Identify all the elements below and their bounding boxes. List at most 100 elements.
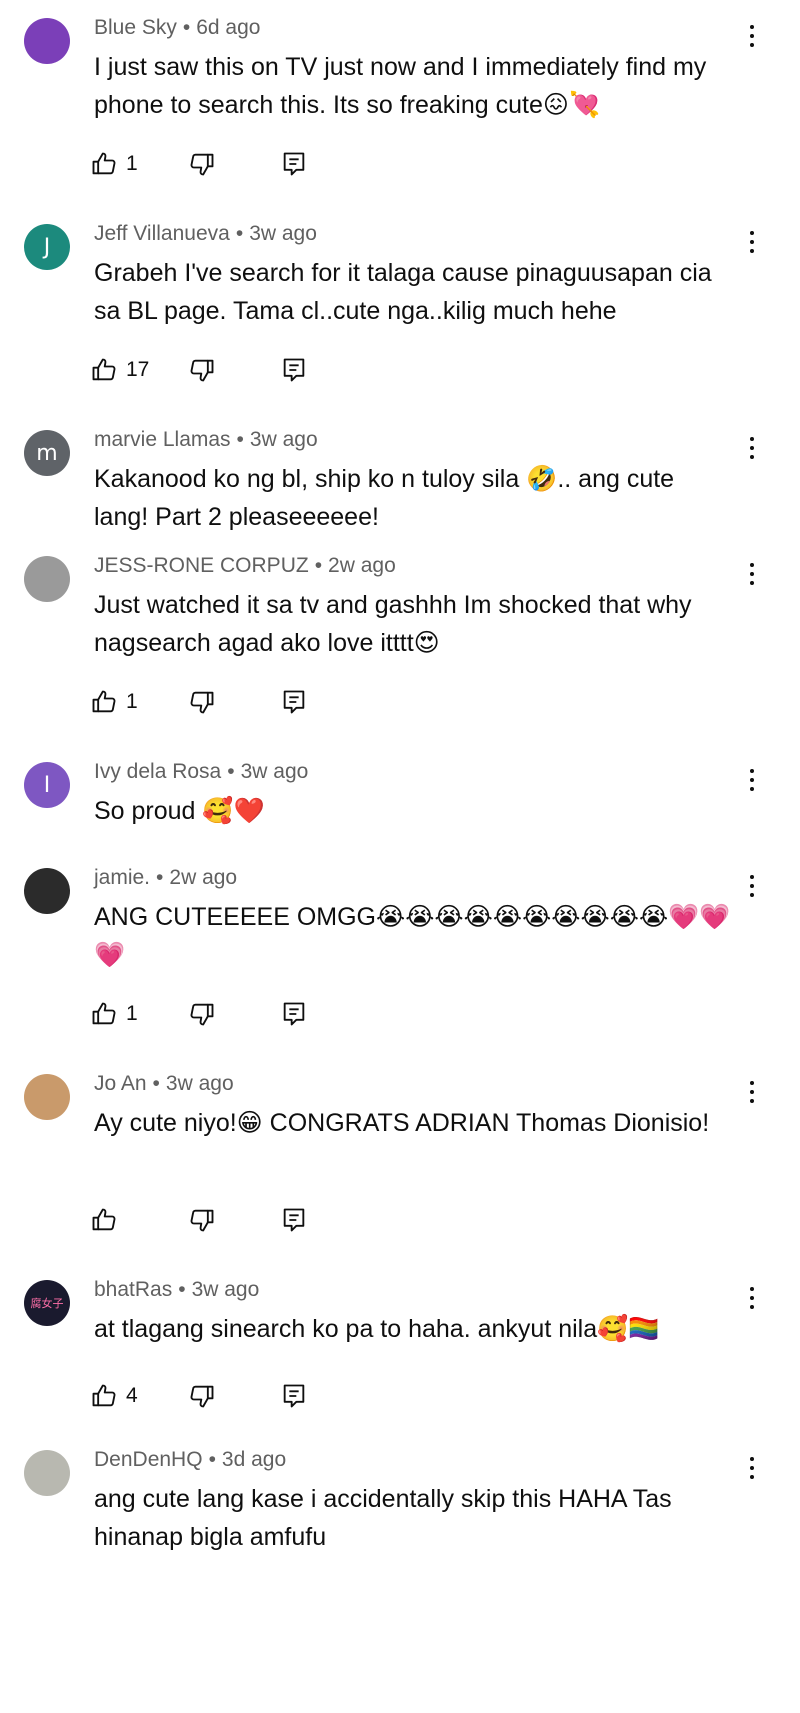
like-count: 17: [126, 358, 150, 381]
emoji: 🏳️‍🌈: [628, 1315, 660, 1343]
thumbs-up-icon: [90, 1000, 118, 1028]
like-button[interactable]: 17: [90, 353, 149, 387]
reply-button[interactable]: [280, 997, 308, 1031]
emoji: 🥰: [202, 797, 234, 825]
comment-body: ang cute lang kase i accidentally skip t…: [94, 1485, 672, 1551]
comment-meta: marvie Llamas • 3w ago: [94, 428, 318, 452]
emoji: 😭: [492, 903, 523, 931]
avatar[interactable]: [24, 1450, 70, 1496]
author-name[interactable]: marvie Llamas: [94, 428, 231, 451]
comment-text: Kakanood ko ng bl, ship ko n tuloy sila …: [94, 460, 734, 536]
dislike-button[interactable]: [188, 353, 216, 387]
emoji: 😭: [609, 903, 639, 931]
separator-dot: •: [152, 1072, 160, 1095]
comment-item: jamie. • 2w ago ANG CUTEEEEE OMGG😭😭😭😭😭😭😭😭😭😭…: [0, 860, 800, 1050]
dislike-button[interactable]: [188, 1379, 216, 1413]
emoji: 😭: [522, 903, 552, 931]
more-vert-icon[interactable]: [742, 432, 762, 466]
like-button[interactable]: 1: [90, 997, 138, 1031]
avatar[interactable]: [24, 868, 70, 914]
emoji: 😍: [413, 629, 440, 657]
reply-button[interactable]: [280, 1203, 308, 1237]
like-count: 4: [126, 1384, 138, 1407]
comment-item: 腐女子 bhatRas • 3w ago at tlagang sinearch ko …: [0, 1272, 800, 1462]
author-name[interactable]: Blue Sky: [94, 16, 177, 39]
author-name[interactable]: JESS-RONE CORPUZ: [94, 554, 309, 577]
comment-text: ang cute lang kase i accidentally skip t…: [94, 1480, 734, 1556]
more-vert-icon[interactable]: [742, 764, 762, 798]
comment-timestamp: 3w ago: [249, 428, 318, 451]
emoji: 😭: [375, 903, 406, 931]
separator-dot: •: [235, 222, 244, 245]
comment-text: at tlagang sinearch ko pa to haha. ankyu…: [94, 1310, 734, 1348]
avatar[interactable]: [24, 1074, 70, 1120]
separator-dot: •: [182, 16, 191, 39]
emoji: 😭: [638, 903, 669, 931]
emoji: 🥰: [597, 1315, 629, 1343]
comment-meta: DenDenHQ • 3d ago: [94, 1448, 286, 1472]
dislike-button[interactable]: [188, 1203, 216, 1237]
author-name[interactable]: Jeff Villanueva: [94, 222, 230, 245]
thumbs-down-icon: [188, 1206, 216, 1234]
comment-body: Kakanood ko ng bl, ship ko n tuloy sila …: [94, 465, 675, 531]
comment-item: JESS-RONE CORPUZ • 2w ago Just watched it s…: [0, 548, 800, 738]
thumbs-down-icon: [188, 1382, 216, 1410]
avatar[interactable]: J: [24, 224, 70, 270]
separator-dot: •: [208, 1448, 216, 1471]
author-name[interactable]: Jo An: [94, 1072, 147, 1095]
more-vert-icon[interactable]: [742, 1452, 762, 1486]
comment-meta: jamie. • 2w ago: [94, 866, 237, 890]
avatar[interactable]: 腐女子: [24, 1280, 70, 1326]
more-vert-icon[interactable]: [742, 1282, 762, 1316]
comment-text: Ay cute niyo!😁 CONGRATS ADRIAN Thomas Di…: [94, 1104, 734, 1142]
dislike-button[interactable]: [188, 147, 216, 181]
like-button[interactable]: [90, 1203, 118, 1237]
comment-actions: 1: [92, 685, 354, 719]
comment-actions: [92, 1203, 354, 1237]
avatar[interactable]: [24, 18, 70, 64]
comment-timestamp: 6d ago: [196, 16, 261, 39]
comment-meta: Jo An • 3w ago: [94, 1072, 234, 1096]
reply-button[interactable]: [280, 685, 308, 719]
emoji: 💘: [568, 91, 601, 119]
reply-button[interactable]: [280, 147, 308, 181]
comment-body: So proud: [94, 797, 203, 825]
comment-meta: JESS-RONE CORPUZ • 2w ago: [94, 554, 396, 578]
thumbs-down-icon: [188, 356, 216, 384]
comment-text: So proud 🥰❤️: [94, 792, 734, 830]
more-vert-icon[interactable]: [742, 1076, 762, 1110]
separator-dot: •: [156, 866, 164, 889]
more-vert-icon[interactable]: [742, 226, 762, 260]
emoji: 💗: [94, 941, 126, 969]
thumbs-up-icon: [90, 356, 118, 384]
more-vert-icon[interactable]: [742, 558, 762, 592]
dislike-button[interactable]: [188, 997, 216, 1031]
comment-timestamp: 2w ago: [328, 554, 396, 577]
like-button[interactable]: 1: [90, 685, 138, 719]
avatar[interactable]: m: [24, 430, 70, 476]
author-name[interactable]: bhatRas: [94, 1278, 172, 1301]
dislike-button[interactable]: [188, 685, 216, 719]
author-name[interactable]: DenDenHQ: [94, 1448, 203, 1471]
more-vert-icon[interactable]: [742, 20, 762, 54]
reply-icon: [280, 1382, 308, 1410]
like-button[interactable]: 4: [90, 1379, 138, 1413]
author-name[interactable]: Ivy dela Rosa: [94, 760, 221, 783]
emoji: ❤️: [233, 797, 265, 825]
avatar-letter: J: [43, 234, 51, 260]
thumbs-down-icon: [188, 150, 216, 178]
author-name[interactable]: jamie.: [94, 866, 150, 889]
reply-button[interactable]: [280, 353, 308, 387]
reply-button[interactable]: [280, 1379, 308, 1413]
avatar[interactable]: I: [24, 762, 70, 808]
emoji: 😭: [551, 903, 581, 931]
avatar-text: 腐女子: [30, 1297, 64, 1310]
reply-icon: [280, 356, 308, 384]
reply-icon: [280, 1000, 308, 1028]
comment-body: Ay cute niyo!😁 CONGRATS ADRIAN Thomas Di…: [94, 1109, 710, 1137]
like-button[interactable]: 1: [90, 147, 138, 181]
avatar[interactable]: [24, 556, 70, 602]
comment-item: Jo An • 3w ago Ay cute niyo!😁 CONGRATS ADRI…: [0, 1066, 800, 1256]
comment-timestamp: 3w ago: [191, 1278, 260, 1301]
more-vert-icon[interactable]: [742, 870, 762, 904]
